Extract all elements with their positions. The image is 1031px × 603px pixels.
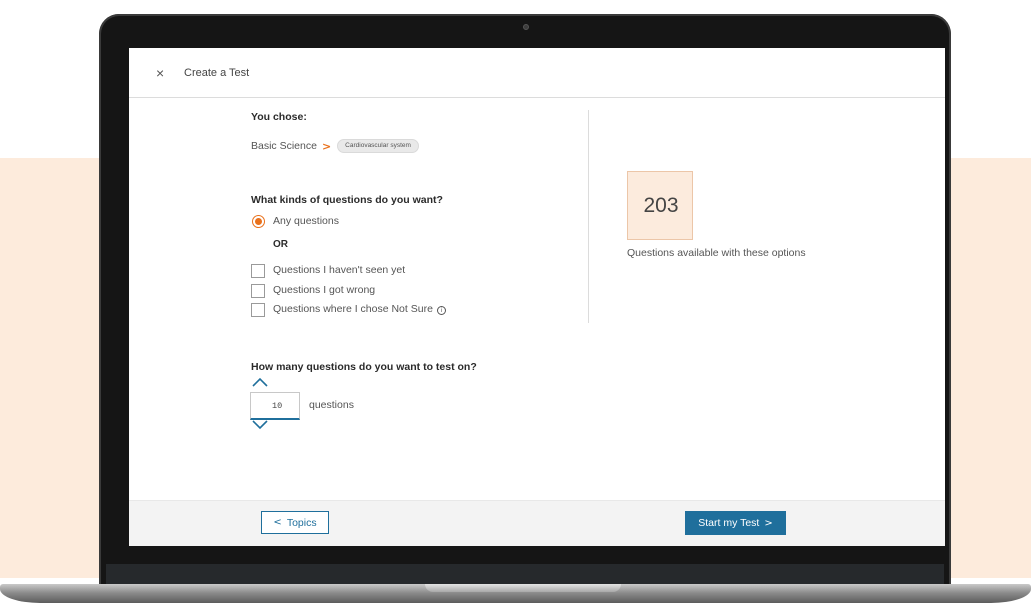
topic-pill: Cardiovascular system [337, 139, 419, 153]
unseen-questions-checkbox[interactable] [251, 264, 265, 278]
vertical-divider [588, 110, 589, 323]
camera-icon [523, 24, 529, 30]
topics-back-button[interactable]: < Topics [261, 511, 329, 534]
quantity-unit-label: questions [309, 399, 354, 411]
close-icon[interactable]: × [156, 64, 164, 82]
start-test-button[interactable]: Start my Test > [685, 511, 786, 535]
available-count: 203 [643, 194, 679, 217]
wrong-questions-checkbox[interactable] [251, 284, 265, 298]
not-sure-questions-label: Questions where I chose Not Sure [273, 303, 433, 315]
app-screen: × Create a Test You chose: Basic Science… [129, 48, 945, 546]
page-title: Create a Test [184, 67, 250, 79]
quantity-heading: How many questions do you want to test o… [251, 361, 477, 373]
topics-button-label: Topics [286, 516, 317, 529]
chevron-right-icon: > [764, 517, 773, 529]
subject-label: Basic Science [251, 140, 317, 152]
not-sure-questions-row: Questions where I chose Not Sure i [273, 303, 446, 315]
laptop-notch [425, 584, 621, 592]
selection-breadcrumb: Basic Science > Cardiovascular system [251, 138, 419, 154]
available-count-box: 203 [627, 171, 693, 240]
laptop-bezel [106, 564, 944, 586]
chevron-down-icon[interactable] [251, 419, 269, 431]
header-bar: × Create a Test [129, 48, 945, 98]
available-count-label: Questions available with these options [627, 247, 806, 259]
selection-heading: You chose: [251, 111, 307, 123]
unseen-questions-label: Questions I haven't seen yet [273, 264, 406, 276]
chevron-right-icon: > [321, 139, 332, 153]
start-test-label: Start my Test [698, 517, 760, 529]
wrong-questions-label: Questions I got wrong [273, 284, 376, 296]
any-questions-label: Any questions [273, 215, 339, 227]
question-kinds-heading: What kinds of questions do you want? [251, 194, 443, 206]
any-questions-radio[interactable] [252, 215, 265, 228]
chevron-left-icon: < [273, 517, 282, 528]
info-icon[interactable]: i [436, 306, 446, 315]
footer-bar [129, 500, 945, 546]
quantity-input[interactable]: 10 [250, 392, 300, 420]
chevron-up-icon[interactable] [251, 376, 269, 388]
or-label: OR [273, 239, 288, 250]
not-sure-questions-checkbox[interactable] [251, 303, 265, 317]
